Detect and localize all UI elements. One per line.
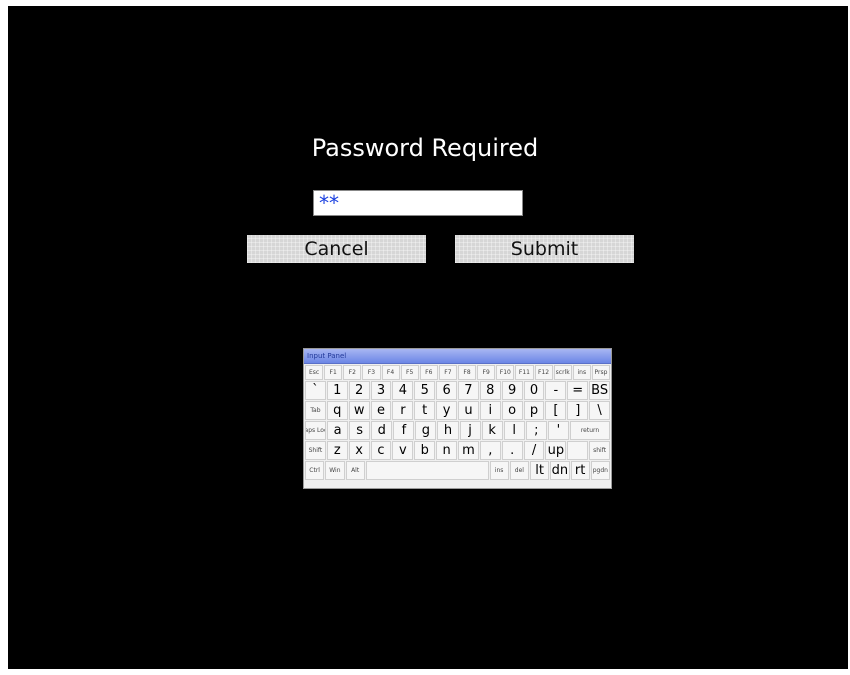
key-j[interactable]: j [459, 421, 481, 440]
key--[interactable]: - [545, 381, 567, 400]
key--[interactable]: / [523, 441, 545, 460]
key-f2[interactable]: F2 [343, 365, 362, 380]
key-v[interactable]: v [392, 441, 414, 460]
key--[interactable]: ] [567, 401, 589, 420]
key--[interactable]: ' [547, 421, 569, 440]
key-k[interactable]: k [481, 421, 503, 440]
key-0[interactable]: 0 [523, 381, 545, 400]
key-e[interactable]: e [370, 401, 392, 420]
keyboard-row: Esc F1 F2 F3 F4 F5 F6 F7 F8 F9 F10 F11 F12 scrlk ins Pr… [304, 364, 611, 380]
key--[interactable]: [ [545, 401, 567, 420]
submit-button[interactable]: Submit [455, 235, 634, 263]
key-x[interactable]: x [348, 441, 370, 460]
on-screen-keyboard: Input Panel Esc F1 F2 F3 F4 F5 F6 F7 F8 F9 F10 F11 F… [303, 348, 612, 489]
key-o[interactable]: o [501, 401, 523, 420]
key-f1[interactable]: F1 [324, 365, 343, 380]
key-f9[interactable]: F9 [477, 365, 496, 380]
key-ins[interactable]: ins [572, 365, 591, 380]
key-tab[interactable]: Tab [305, 401, 326, 420]
key--[interactable]: ; [525, 421, 547, 440]
key-d[interactable]: d [371, 421, 393, 440]
keyboard-titlebar[interactable]: Input Panel [304, 349, 611, 364]
key-s[interactable]: s [349, 421, 371, 440]
key-8[interactable]: 8 [479, 381, 501, 400]
key-f8[interactable]: F8 [458, 365, 477, 380]
key--[interactable]: ` [305, 381, 326, 400]
keyboard-row: Caps Lockasdfghjkl;'return [304, 420, 611, 440]
key-del[interactable]: del [509, 461, 529, 480]
key-r[interactable]: r [392, 401, 414, 420]
cancel-button[interactable]: Cancel [247, 235, 426, 263]
keyboard-row: ` 1 2 3 4 5 6 7 8 9 0- = BS [304, 380, 611, 400]
key-g[interactable]: g [415, 421, 437, 440]
key-rt[interactable]: rt [570, 461, 590, 480]
key-bs[interactable]: BS [589, 381, 611, 400]
key-h[interactable]: h [437, 421, 459, 440]
key-l[interactable]: l [503, 421, 525, 440]
key-lt[interactable]: lt [530, 461, 550, 480]
key-prsp[interactable]: Prsp [591, 365, 610, 380]
key-9[interactable]: 9 [501, 381, 523, 400]
key-b[interactable]: b [414, 441, 436, 460]
dialog-title: Password Required [311, 134, 539, 162]
keyboard-row: Tab q w e r t y u i o p[] \ [304, 400, 611, 420]
key--[interactable]: . [501, 441, 523, 460]
key-6[interactable]: 6 [436, 381, 458, 400]
key-f10[interactable]: F10 [496, 365, 515, 380]
key-y[interactable]: y [436, 401, 458, 420]
key-2[interactable]: 2 [348, 381, 370, 400]
password-input[interactable] [313, 190, 523, 216]
key-up[interactable]: up [545, 441, 567, 460]
key-esc[interactable]: Esc [305, 365, 324, 380]
key-blank[interactable] [567, 441, 589, 460]
key-f11[interactable]: F11 [515, 365, 534, 380]
key-n[interactable]: n [436, 441, 458, 460]
key-space[interactable] [365, 461, 489, 480]
key-shift[interactable]: Shift [305, 441, 326, 460]
key-a[interactable]: a [327, 421, 349, 440]
key-alt[interactable]: Alt [345, 461, 365, 480]
key-4[interactable]: 4 [392, 381, 414, 400]
key-f6[interactable]: F6 [419, 365, 438, 380]
key-z[interactable]: z [326, 441, 348, 460]
key-q[interactable]: q [326, 401, 348, 420]
key-f5[interactable]: F5 [400, 365, 419, 380]
key-f7[interactable]: F7 [438, 365, 457, 380]
key-f4[interactable]: F4 [381, 365, 400, 380]
key-t[interactable]: t [414, 401, 436, 420]
key-f12[interactable]: F12 [534, 365, 553, 380]
key-scrlk[interactable]: scrlk [553, 365, 572, 380]
key-dn[interactable]: dn [550, 461, 570, 480]
key-i[interactable]: i [479, 401, 501, 420]
key-c[interactable]: c [370, 441, 392, 460]
key--[interactable]: , [479, 441, 501, 460]
key-pgdn[interactable]: pgdn [590, 461, 610, 480]
key-win[interactable]: Win [325, 461, 345, 480]
key-p[interactable]: p [523, 401, 545, 420]
keyboard-row: Ctrl Win Alt ins del lt dn rt pgdn [304, 460, 611, 480]
key-f3[interactable]: F3 [362, 365, 381, 380]
key-f[interactable]: f [393, 421, 415, 440]
keyboard-row: Shift z x c v b n m,. / up shift [304, 440, 611, 460]
key-3[interactable]: 3 [370, 381, 392, 400]
key-7[interactable]: 7 [458, 381, 479, 400]
key-return[interactable]: return [569, 421, 611, 440]
key-ctrl[interactable]: Ctrl [305, 461, 325, 480]
key-1[interactable]: 1 [326, 381, 348, 400]
key-ins[interactable]: ins [489, 461, 509, 480]
key-m[interactable]: m [458, 441, 479, 460]
key-w[interactable]: w [348, 401, 370, 420]
key--[interactable]: = [567, 381, 589, 400]
key-u[interactable]: u [458, 401, 479, 420]
key--[interactable]: \ [589, 401, 611, 420]
keyboard-keys: Esc F1 F2 F3 F4 F5 F6 F7 F8 F9 F10 F11 F12 scrlk ins Pr… [304, 364, 611, 480]
key-caps-lock[interactable]: Caps Lock [305, 421, 327, 440]
key-5[interactable]: 5 [414, 381, 436, 400]
screen-background [8, 6, 848, 669]
key-shift[interactable]: shift [589, 441, 611, 460]
